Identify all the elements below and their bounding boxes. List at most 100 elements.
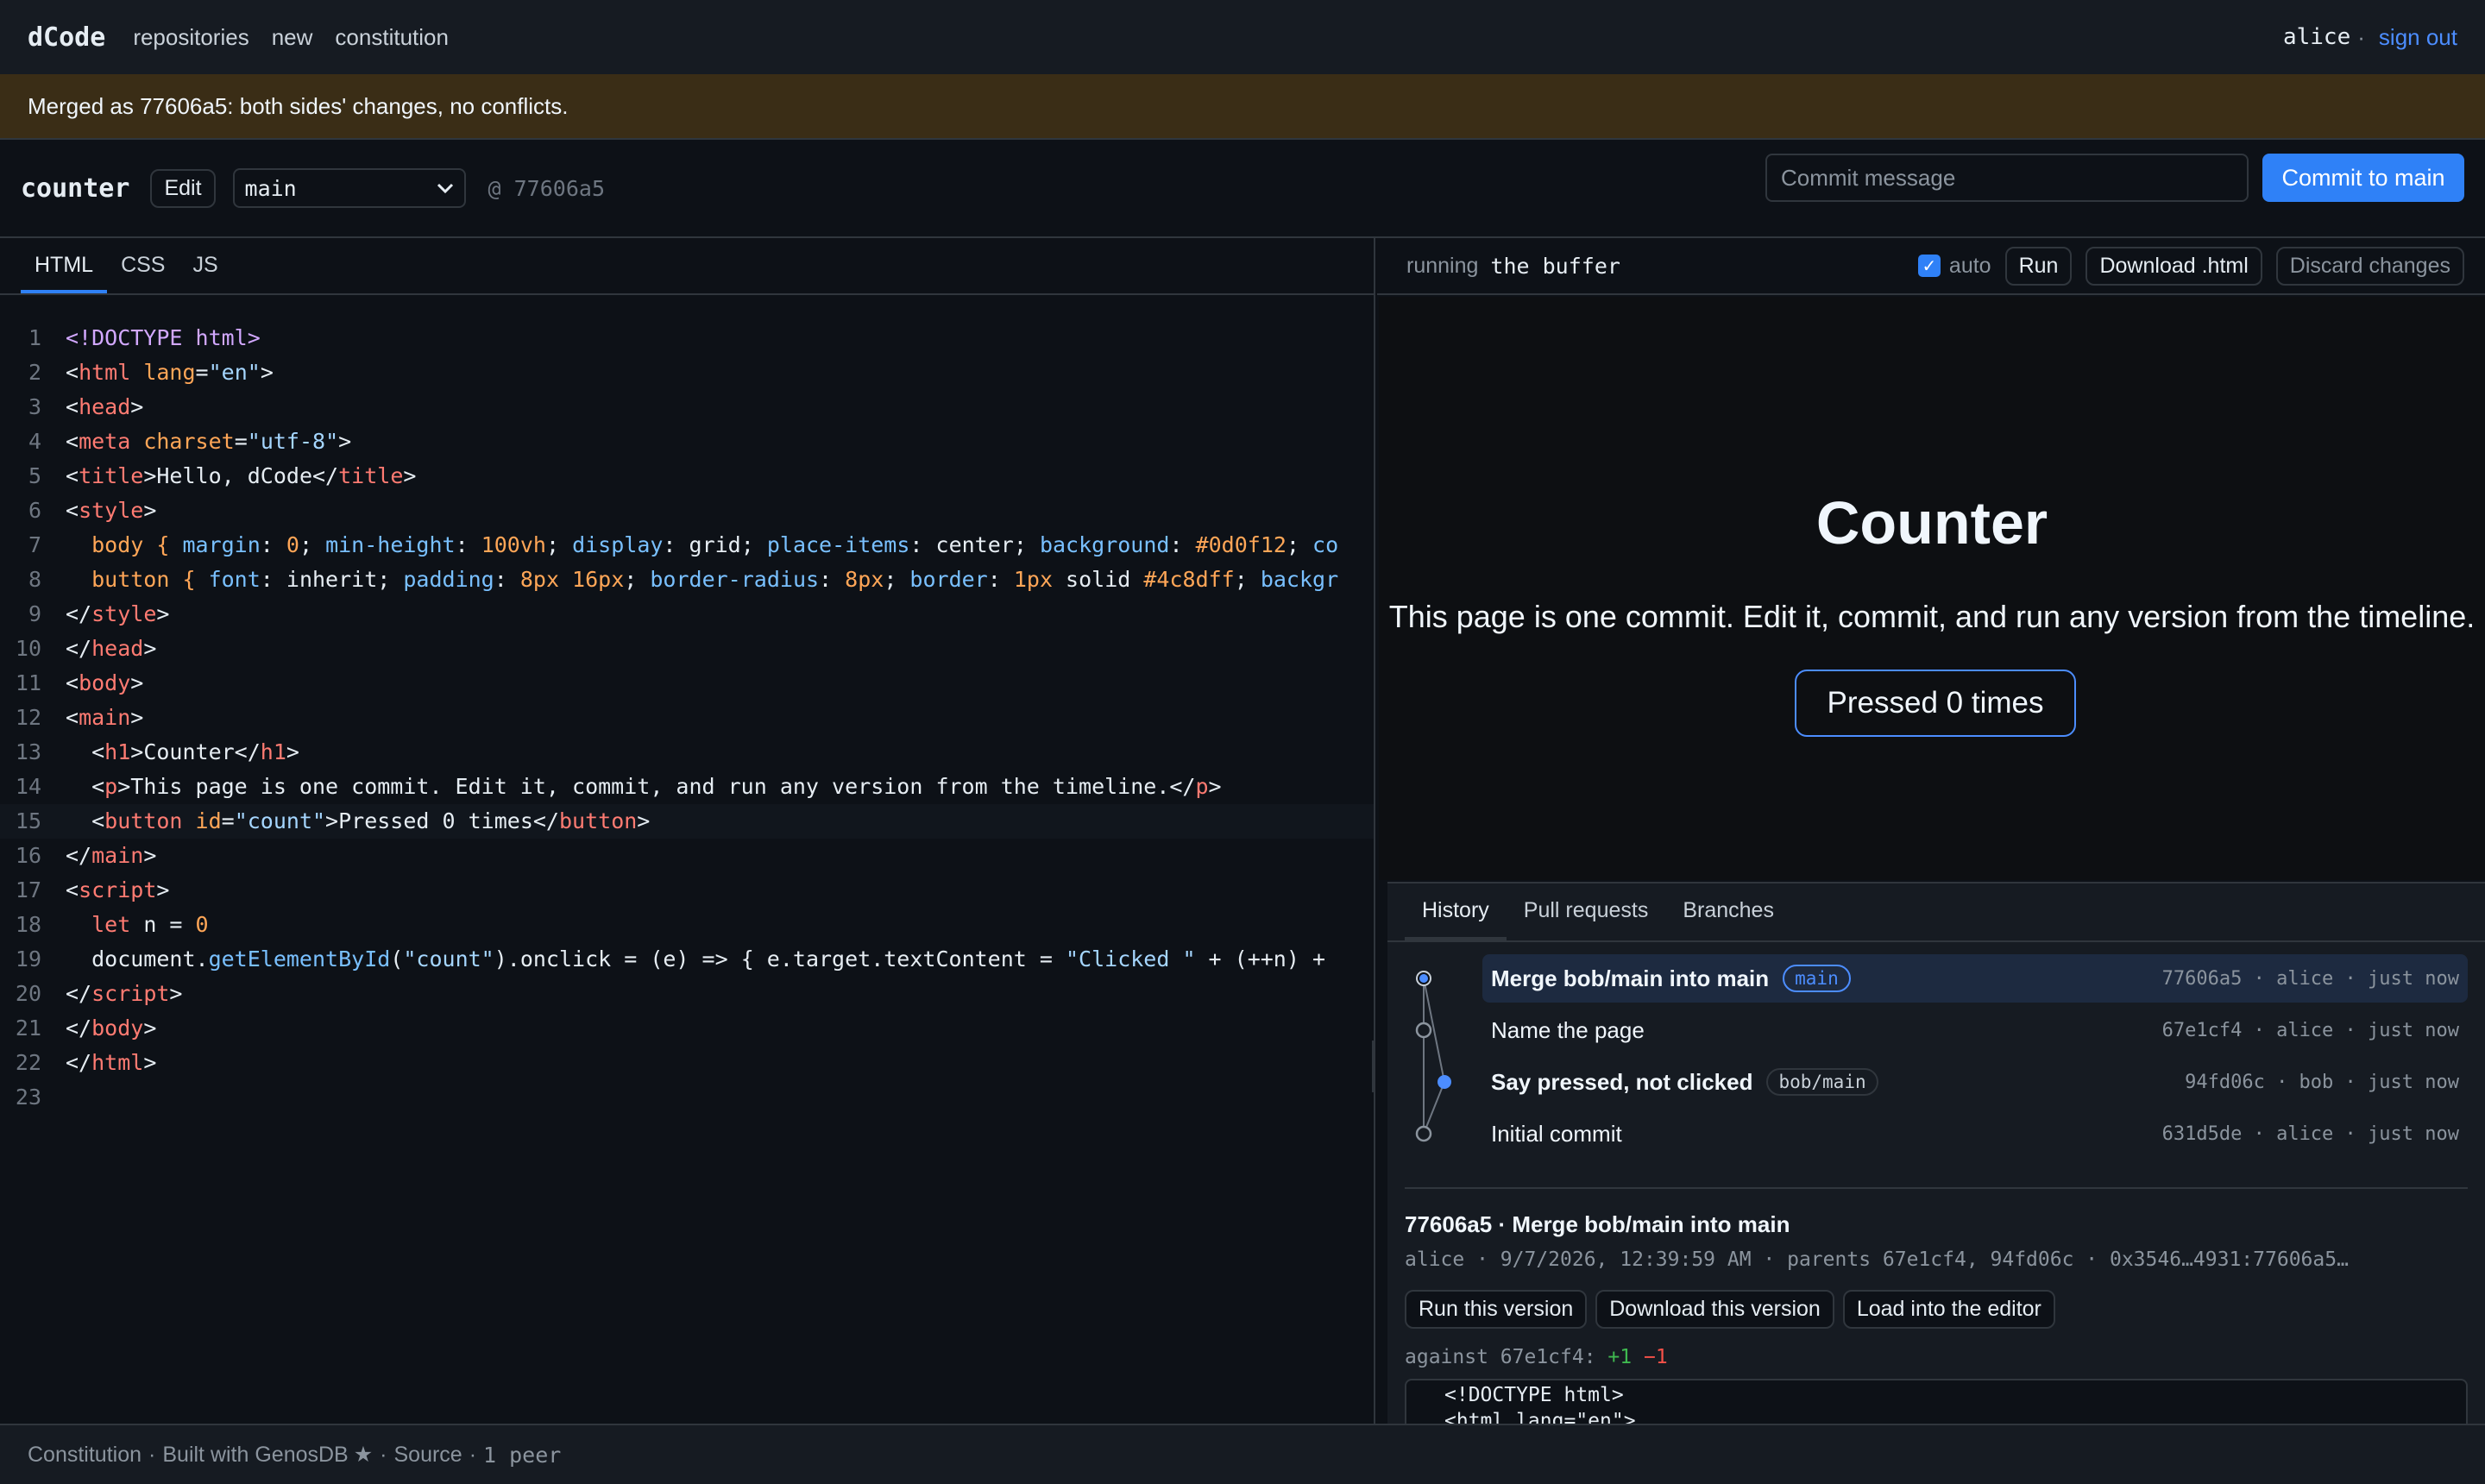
commit-row[interactable]: Initial commit 631d5de · alice · just no… (1482, 1110, 2468, 1158)
line-number: 5 (28, 463, 41, 488)
run-button[interactable]: Run (2004, 246, 2073, 286)
code-token: 100vh (481, 532, 546, 557)
code-token: </ (66, 843, 92, 868)
code-token: : (455, 532, 481, 557)
code-token: < (66, 705, 79, 730)
commit-detail: 77606a5 · Merge bob/main into main alice… (1405, 1187, 2468, 1431)
code-line: 21 </body > (0, 1011, 1374, 1046)
code-token: < (66, 739, 105, 764)
line-number: 22 (15, 1050, 41, 1075)
running-target: the buffer (1490, 253, 1620, 279)
peer-count: 1 peer (483, 1442, 562, 1468)
code-token: background (1039, 532, 1170, 557)
code-line: 13 < h1 >Counter</h1 > (0, 735, 1374, 770)
tab-html[interactable]: HTML (21, 253, 108, 293)
top-nav: dCode repositories new constitution alic… (0, 0, 2485, 74)
code-token: h1 (104, 739, 131, 764)
auto-run-toggle[interactable]: ✓ auto (1917, 254, 1991, 279)
code-token: getElementById (208, 946, 391, 972)
code-token: < (66, 808, 105, 833)
code-token: id (182, 808, 222, 833)
star-icon[interactable]: ★ (354, 1442, 373, 1468)
code-token: > (143, 636, 157, 661)
edit-repo-button[interactable]: Edit (150, 168, 216, 208)
commit-meta: 94fd06c · bob · just now (2185, 1071, 2459, 1093)
repo-name: counter (21, 173, 130, 204)
code-token: font (208, 567, 261, 592)
line-number: 8 (28, 567, 41, 592)
code-token: > (143, 843, 157, 868)
commit-node-branch (1438, 1075, 1451, 1089)
auto-checkbox[interactable]: ✓ (1917, 255, 1941, 277)
code-line: 18 let n = 0 (0, 908, 1374, 942)
commit-message-input[interactable] (1765, 154, 2249, 202)
code-token: > (143, 1016, 157, 1041)
commit-row-selected[interactable]: Merge bob/main into main main 77606a5 · … (1482, 954, 2468, 1003)
code-token: let (91, 912, 131, 937)
footer-constitution-link[interactable]: Constitution (28, 1443, 142, 1468)
nav-link-constitution[interactable]: constitution (335, 24, 449, 51)
code-token: + (++n) + (1195, 946, 1326, 972)
code-token: : inherit; (260, 567, 404, 592)
branch-select-value: main (244, 175, 297, 201)
line-number: 19 (15, 946, 41, 972)
code-token: : center; (909, 532, 1040, 557)
code-token: : (260, 532, 286, 557)
code-token: h1 (260, 739, 286, 764)
footer-source-link[interactable]: Source (393, 1443, 462, 1468)
load-into-editor-button[interactable]: Load into the editor (1842, 1290, 2055, 1329)
code-editor[interactable]: 1 <!DOCTYPE html> 2 < html lang = "en" > 3 < hea… (0, 321, 1374, 1115)
preview-counter-button[interactable]: Pressed 0 times (1795, 670, 2076, 737)
code-line: 20 </script > (0, 977, 1374, 1011)
code-line: 14 < p >This page is one commit. Edit it, … (0, 770, 1374, 804)
tab-branches[interactable]: Branches (1665, 898, 1791, 940)
tab-history[interactable]: History (1405, 898, 1507, 940)
code-token: < (66, 429, 79, 454)
commit-row[interactable]: Name the page 67e1cf4 · alice · just now (1482, 1006, 2468, 1054)
code-token: p (1195, 774, 1209, 799)
diff-view[interactable]: <!DOCTYPE html> <html lang="en"> (1405, 1379, 2468, 1431)
code-token: ; (545, 532, 573, 557)
commit-row[interactable]: Say pressed, not clicked bob/main 94fd06… (1482, 1058, 2468, 1106)
code-token: p (104, 774, 118, 799)
branch-select[interactable]: main (232, 168, 466, 208)
code-token: "en" (208, 360, 261, 385)
code-token: > (143, 498, 157, 523)
diff-deletions: −1 (1643, 1346, 1668, 1368)
code-token: html (79, 360, 131, 385)
brand-logo[interactable]: dCode (28, 22, 105, 53)
branch-tag: main (1783, 965, 1851, 992)
code-token: "Clicked " (1065, 946, 1196, 972)
history-panel: History Pull requests Branches Merge bob… (1387, 882, 2485, 1431)
footer-built-with-link[interactable]: Built with GenosDB (162, 1443, 348, 1468)
code-token: : (1169, 532, 1196, 557)
download-this-version-button[interactable]: Download this version (1595, 1290, 1834, 1329)
merge-banner: Merged as 77606a5: both sides' changes, … (0, 74, 2485, 140)
code-token: head (79, 394, 131, 419)
line-number: 11 (15, 670, 41, 695)
tab-pull-requests[interactable]: Pull requests (1507, 898, 1666, 940)
code-token: > (169, 981, 183, 1006)
commit-button[interactable]: Commit to main (2262, 154, 2464, 202)
run-this-version-button[interactable]: Run this version (1405, 1290, 1588, 1329)
tab-css[interactable]: CSS (107, 253, 179, 293)
commit-graph: Merge bob/main into main main 77606a5 · … (1387, 954, 2485, 1161)
code-line: 22 </html > (0, 1046, 1374, 1080)
sign-out-link[interactable]: sign out (2379, 24, 2457, 51)
discard-changes-button[interactable]: Discard changes (2275, 246, 2464, 286)
pane-resize-handle[interactable] (1372, 1041, 1374, 1092)
nav-link-repositories[interactable]: repositories (133, 24, 248, 51)
download-html-button[interactable]: Download .html (2086, 246, 2262, 286)
code-token: main (91, 843, 144, 868)
code-token: ; (1286, 532, 1313, 557)
line-number: 18 (15, 912, 41, 937)
line-number: 9 (28, 601, 41, 626)
code-token: script (91, 981, 170, 1006)
tab-js[interactable]: JS (179, 253, 231, 293)
separator: · (2357, 23, 2365, 50)
line-number: 15 (15, 808, 41, 833)
code-token: > (143, 1050, 157, 1075)
code-token: > (156, 601, 170, 626)
nav-link-new[interactable]: new (272, 24, 313, 51)
